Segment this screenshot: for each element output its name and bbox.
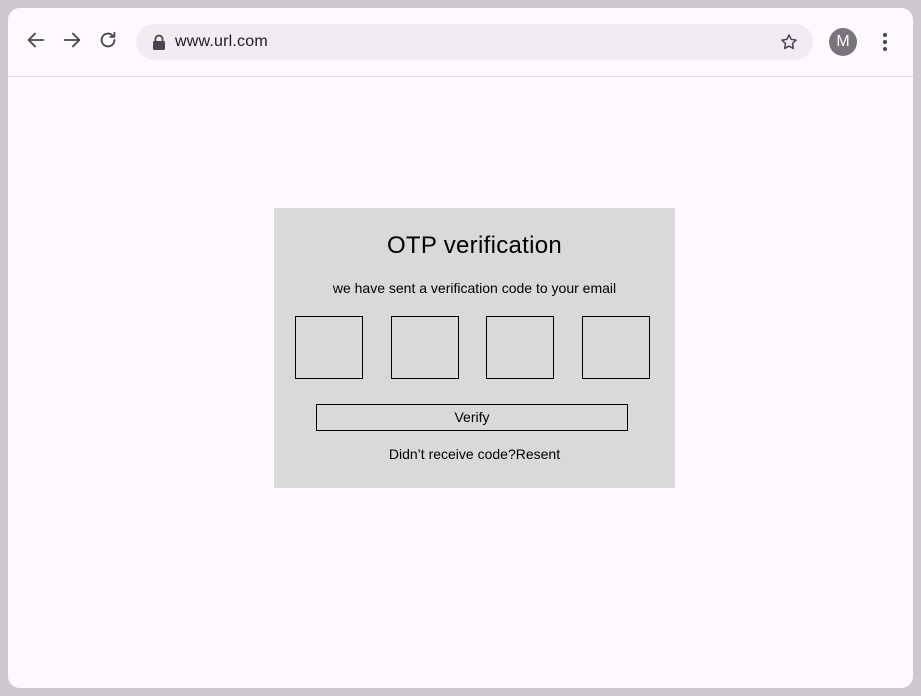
otp-card: OTP verification we have sent a verifica…	[274, 208, 675, 488]
resend-link[interactable]: Resent	[516, 446, 560, 462]
lock-icon	[153, 34, 165, 50]
otp-digit-3[interactable]	[486, 316, 554, 379]
arrow-left-icon	[27, 32, 45, 48]
reload-icon	[100, 31, 116, 48]
resend-line: Didn’t receive code?Resent	[274, 446, 675, 462]
otp-subtitle: we have sent a verification code to your…	[332, 280, 617, 296]
browser-toolbar: www.url.com M	[8, 8, 913, 77]
reload-button[interactable]	[94, 26, 122, 54]
arrow-right-icon	[63, 32, 81, 48]
profile-avatar[interactable]: M	[829, 28, 857, 56]
url-text[interactable]: www.url.com	[175, 24, 268, 60]
forward-button[interactable]	[58, 26, 86, 54]
resend-prompt: Didn’t receive code?	[388, 446, 516, 462]
star-icon[interactable]	[779, 32, 799, 52]
verify-button[interactable]: Verify	[316, 404, 628, 431]
otp-digit-1[interactable]	[295, 316, 363, 379]
back-button[interactable]	[22, 26, 50, 54]
browser-window: www.url.com M OTP verification we have s…	[8, 8, 913, 688]
address-bar[interactable]: www.url.com	[136, 24, 813, 60]
page-content: OTP verification we have sent a verifica…	[8, 77, 913, 688]
otp-digit-2[interactable]	[391, 316, 459, 379]
otp-title: OTP verification	[386, 232, 563, 259]
otp-digit-4[interactable]	[582, 316, 650, 379]
more-vertical-icon[interactable]	[874, 30, 896, 54]
